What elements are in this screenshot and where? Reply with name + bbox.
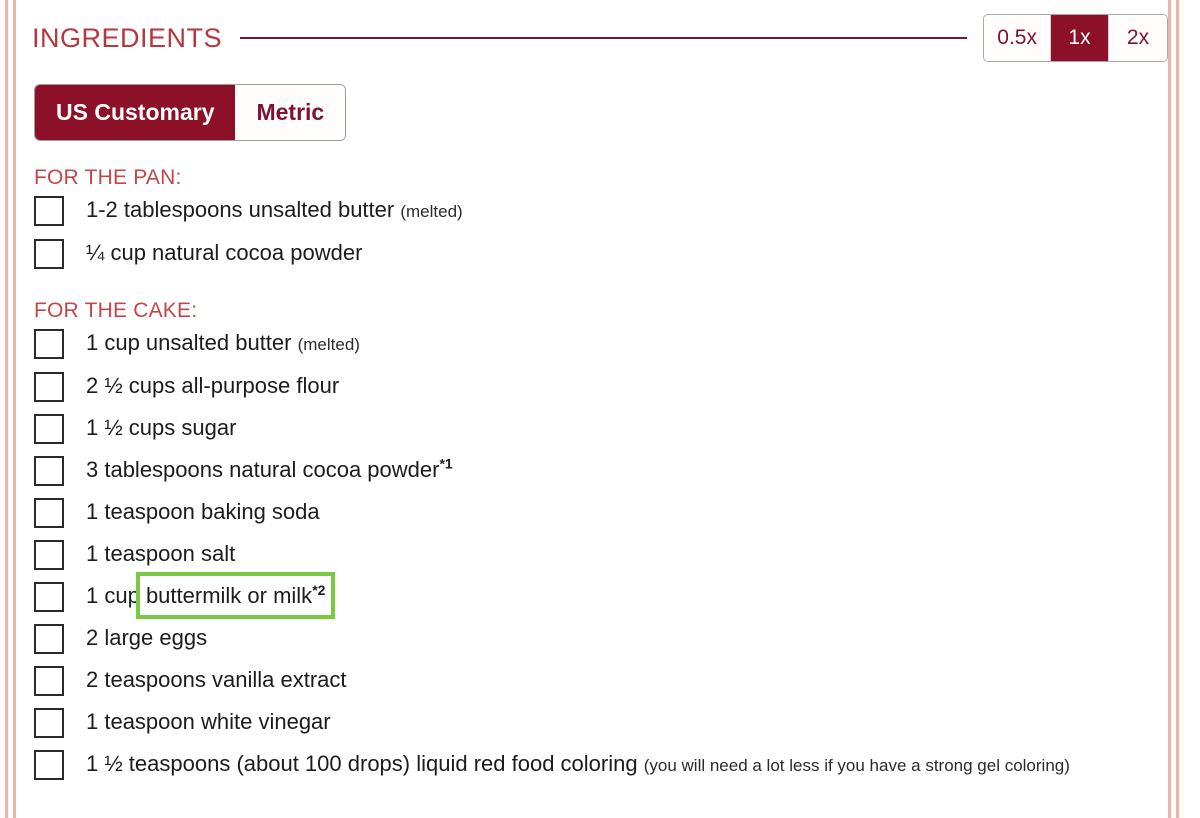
unit-button-metric[interactable]: Metric	[235, 85, 346, 140]
ingredient-footnote-marker: *2	[312, 581, 326, 598]
ingredient-row: 1 teaspoon white vinegar	[34, 706, 1168, 738]
ingredient-checkbox[interactable]	[34, 239, 64, 269]
title-divider	[240, 37, 968, 39]
ingredient-checkbox[interactable]	[34, 196, 64, 226]
ingredient-amount-prefix: 1 cup	[86, 583, 146, 608]
ingredient-checkbox[interactable]	[34, 540, 64, 570]
ingredient-text: 1 cup unsalted butter (melted)	[86, 327, 360, 360]
ingredient-amount: 2 teaspoons vanilla extract	[86, 667, 347, 692]
highlighted-ingredient-label: buttermilk or milk	[145, 583, 313, 608]
ingredient-text: 3 tablespoons natural cocoa powder*1	[86, 454, 453, 485]
scale-button-1x[interactable]: 1x	[1051, 15, 1109, 61]
ingredients-sheet: INGREDIENTS 0.5x 1x 2x US Customary Metric …	[32, 0, 1168, 818]
ingredient-amount: 1 ½ cups sugar	[86, 415, 237, 440]
ingredient-group-heading: FOR THE CAKE:	[34, 299, 198, 322]
ingredient-group: FOR THE CAKE: 1 cup unsalted butter (melt…	[34, 299, 1168, 781]
ingredient-amount: 1-2 tablespoons unsalted butter	[86, 197, 395, 222]
ingredient-amount: 2 ½ cups all-purpose flour	[86, 373, 340, 398]
ingredient-row: 2 large eggs	[34, 622, 1168, 654]
page-edge-rule-left-inner	[13, 0, 16, 818]
ingredient-amount: 1 teaspoon salt	[86, 541, 236, 566]
ingredient-amount: ¼ cup natural cocoa powder	[86, 240, 363, 265]
ingredient-checkbox[interactable]	[34, 624, 64, 654]
ingredient-amount: 1 cup unsalted butter	[86, 330, 292, 355]
ingredient-text: 1 teaspoon white vinegar	[86, 706, 331, 737]
ingredient-note: (melted)	[400, 202, 463, 221]
scale-button-group[interactable]: 0.5x 1x 2x	[983, 14, 1168, 62]
unit-button-us-customary[interactable]: US Customary	[35, 85, 236, 140]
ingredient-amount: 1 teaspoon baking soda	[86, 499, 320, 524]
ingredient-amount: 1 teaspoon white vinegar	[86, 709, 331, 734]
scale-button-2x[interactable]: 2x	[1109, 15, 1167, 61]
ingredients-header: INGREDIENTS 0.5x 1x 2x	[32, 14, 1168, 62]
ingredient-row: 1 cup buttermilk or milk*2	[34, 572, 1168, 619]
ingredient-note: (you will need a lot less if you have a …	[643, 756, 1070, 775]
ingredient-row: 1 ½ cups sugar	[34, 412, 1168, 444]
highlighted-ingredient: buttermilk or milk*2	[135, 572, 336, 619]
ingredient-text: 1 cup buttermilk or milk*2	[86, 572, 336, 619]
ingredient-checkbox[interactable]	[34, 456, 64, 486]
ingredient-row: 2 teaspoons vanilla extract	[34, 664, 1168, 696]
ingredient-row: 3 tablespoons natural cocoa powder*1	[34, 454, 1168, 486]
ingredient-row: 1-2 tablespoons unsalted butter (melted)	[34, 194, 1168, 227]
ingredient-text: 1 ½ cups sugar	[86, 412, 236, 443]
ingredient-group-heading: FOR THE PAN:	[34, 166, 182, 189]
ingredient-text: 1 ½ teaspoons (about 100 drops) liquid r…	[86, 748, 1070, 781]
ingredient-checkbox[interactable]	[34, 666, 64, 696]
ingredient-text: 1 teaspoon salt	[86, 538, 235, 569]
ingredient-group: FOR THE PAN: 1-2 tablespoons unsalted but…	[34, 166, 1168, 269]
ingredient-row: 1 teaspoon salt	[34, 538, 1168, 570]
page-edge-rule-left-outer	[5, 0, 8, 818]
page-edge-rule-right-inner	[1168, 0, 1171, 818]
page-title: INGREDIENTS	[32, 22, 223, 53]
ingredient-text: ¼ cup natural cocoa powder	[86, 237, 362, 268]
ingredient-amount: 1 ½ teaspoons (about 100 drops) liquid r…	[86, 751, 638, 776]
ingredient-text: 1 teaspoon baking soda	[86, 496, 320, 527]
ingredient-text: 2 large eggs	[86, 622, 207, 653]
ingredient-groups: FOR THE PAN: 1-2 tablespoons unsalted but…	[34, 166, 1168, 791]
ingredient-checkbox[interactable]	[34, 372, 64, 402]
ingredient-footnote-marker: *1	[439, 455, 453, 472]
ingredient-amount: 2 large eggs	[86, 625, 208, 650]
ingredient-text: 1-2 tablespoons unsalted butter (melted)	[86, 194, 463, 227]
ingredient-row: 1 ½ teaspoons (about 100 drops) liquid r…	[34, 748, 1168, 781]
ingredient-note: (melted)	[297, 335, 360, 354]
ingredient-checkbox[interactable]	[34, 414, 64, 444]
ingredient-amount: 3 tablespoons natural cocoa powder	[86, 457, 440, 482]
ingredient-checkbox[interactable]	[34, 582, 64, 612]
unit-toggle-group[interactable]: US Customary Metric	[34, 84, 347, 141]
ingredient-row: 1 teaspoon baking soda	[34, 496, 1168, 528]
ingredient-text: 2 teaspoons vanilla extract	[86, 664, 347, 695]
scale-button-0-5x[interactable]: 0.5x	[984, 15, 1051, 61]
ingredient-text: 2 ½ cups all-purpose flour	[86, 370, 339, 401]
ingredient-checkbox[interactable]	[34, 498, 64, 528]
ingredient-checkbox[interactable]	[34, 329, 64, 359]
page-edge-rule-right-outer	[1176, 0, 1179, 818]
ingredient-row: 2 ½ cups all-purpose flour	[34, 370, 1168, 402]
ingredient-row: ¼ cup natural cocoa powder	[34, 237, 1168, 269]
ingredient-checkbox[interactable]	[34, 708, 64, 738]
ingredient-row: 1 cup unsalted butter (melted)	[34, 327, 1168, 360]
ingredient-checkbox[interactable]	[34, 750, 64, 780]
